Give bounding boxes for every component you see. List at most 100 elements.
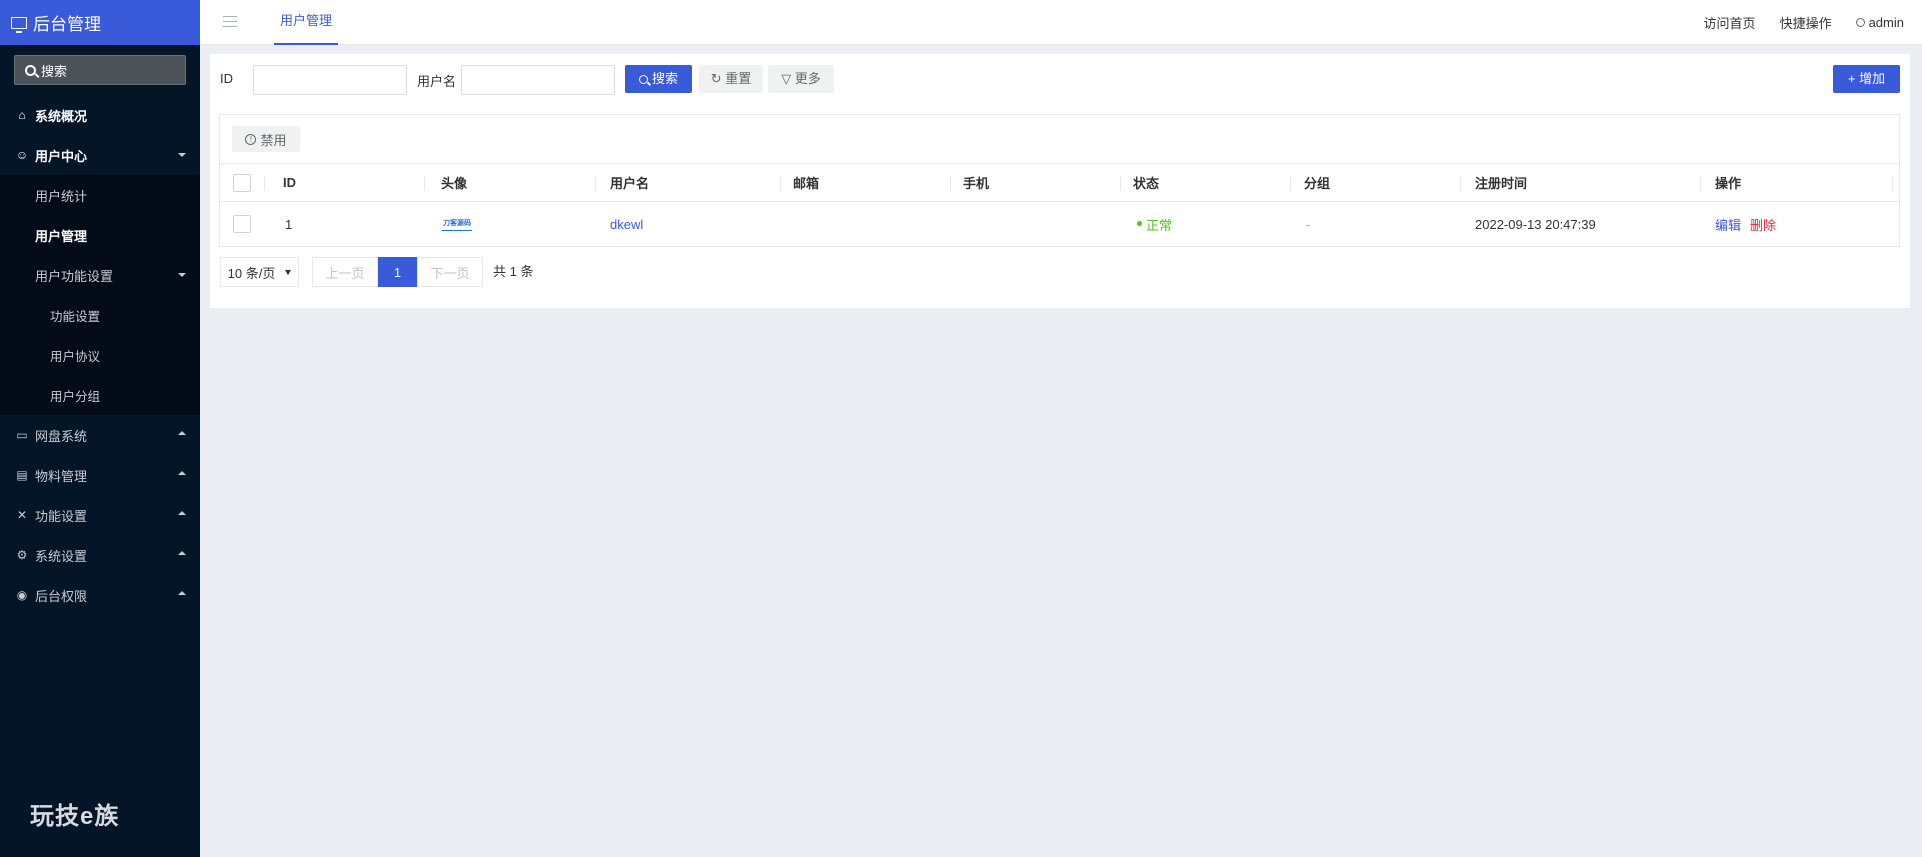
tools-icon: ✕	[16, 508, 28, 522]
sidebar-item-user-agreement[interactable]: 用户协议	[0, 335, 200, 375]
quick-ops-link[interactable]: 快捷操作	[1780, 13, 1832, 32]
sidebar-item-user-groups[interactable]: 用户分组	[0, 375, 200, 415]
menu-toggle-icon[interactable]	[223, 16, 237, 27]
sidebar-item-label: 后台权限	[35, 588, 88, 604]
document-icon: ▤	[16, 468, 28, 482]
column-header-username[interactable]: 用户名	[610, 164, 649, 201]
page-size-value: 10 条/页	[227, 265, 276, 281]
sidebar-item-netdisk[interactable]: ▭ 网盘系统	[0, 415, 200, 455]
reset-button[interactable]: ↻ 重置	[699, 65, 763, 93]
sidebar-item-label: 用户统计	[35, 188, 88, 204]
sidebar-item-label: 功能设置	[35, 508, 88, 524]
sidebar: 后台管理 搜索 ⌂ 系统概况 ☺ 用户中心 用户统计 用户管理 用户功能设置 功…	[0, 0, 200, 857]
sidebar-item-label: 系统设置	[35, 548, 88, 564]
home-icon: ⌂	[18, 108, 26, 122]
column-header-email[interactable]: 邮箱	[793, 164, 819, 201]
column-divider	[1290, 176, 1291, 191]
edit-button[interactable]: 编辑	[1715, 215, 1741, 234]
sidebar-item-functions[interactable]: ✕ 功能设置	[0, 495, 200, 535]
info-icon: !	[245, 133, 257, 145]
column-header-phone[interactable]: 手机	[963, 164, 989, 201]
sidebar-search-input[interactable]: 搜索	[14, 55, 186, 85]
chevron-down-icon	[178, 153, 186, 157]
chevron-down-icon	[285, 269, 292, 275]
sidebar-item-admin-permissions[interactable]: ◉ 后台权限	[0, 575, 200, 615]
column-header-registered[interactable]: 注册时间	[1475, 164, 1527, 201]
folder-icon: ▭	[16, 428, 28, 442]
more-button[interactable]: ▽ 更多	[768, 65, 834, 93]
sidebar-item-label: 功能设置	[50, 309, 101, 324]
column-header-actions[interactable]: 操作	[1715, 164, 1741, 201]
disable-button[interactable]: ! 禁用	[232, 126, 300, 152]
username-input[interactable]	[461, 65, 615, 95]
search-icon	[25, 64, 36, 76]
chevron-up-icon	[178, 511, 186, 515]
chevron-down-icon	[178, 273, 186, 277]
page-size-select[interactable]: 10 条/页	[220, 257, 299, 287]
add-button[interactable]: + 增加	[1833, 65, 1900, 93]
sidebar-item-user-stats[interactable]: 用户统计	[0, 175, 200, 215]
visit-home-link[interactable]: 访问首页	[1704, 13, 1756, 32]
id-label: ID	[220, 71, 233, 86]
sidebar-item-overview[interactable]: ⌂ 系统概况	[0, 95, 200, 135]
cell-avatar: 刀客源码	[442, 202, 472, 246]
search-button[interactable]: 搜索	[625, 65, 692, 93]
column-divider	[950, 176, 951, 191]
select-all-checkbox[interactable]	[233, 173, 251, 192]
column-divider	[1892, 176, 1893, 191]
delete-button[interactable]: 删除	[1750, 215, 1776, 234]
header-links: 访问首页 快捷操作 admin	[1680, 0, 1904, 45]
sidebar-item-label: 用户中心	[35, 148, 88, 164]
brand[interactable]: 后台管理	[0, 0, 200, 45]
user-menu[interactable]: admin	[1855, 15, 1904, 30]
column-header-status[interactable]: 状态	[1133, 164, 1159, 201]
tab-user-management[interactable]: 用户管理	[274, 0, 339, 45]
id-input[interactable]	[253, 65, 407, 95]
cell-id: 1	[285, 216, 293, 232]
column-header-group[interactable]: 分组	[1304, 164, 1330, 201]
sidebar-item-label: 物料管理	[35, 468, 88, 484]
sidebar-submenu-user-center: 用户统计 用户管理 用户功能设置 功能设置 用户协议 用户分组	[0, 175, 200, 415]
sidebar-item-feature-settings[interactable]: 功能设置	[0, 295, 200, 335]
sidebar-item-label: 用户协议	[50, 349, 101, 364]
sidebar-item-label: 用户分组	[50, 389, 101, 404]
reset-button-label: 重置	[725, 71, 752, 86]
search-button-label: 搜索	[651, 71, 678, 86]
status-dot-icon	[1137, 220, 1142, 226]
sidebar-item-label: 用户管理	[35, 228, 88, 244]
chevron-up-icon	[178, 591, 186, 595]
column-divider	[780, 176, 781, 191]
page-button-current[interactable]: 1	[378, 257, 417, 287]
chevron-up-icon	[178, 431, 186, 435]
user-circle-icon: ◉	[16, 588, 28, 602]
column-divider	[1700, 176, 1701, 191]
sidebar-item-system-settings[interactable]: ⚙ 系统设置	[0, 535, 200, 575]
chevron-up-icon	[178, 471, 186, 475]
username-label: 用户名	[417, 74, 457, 89]
sidebar-item-materials[interactable]: ▤ 物料管理	[0, 455, 200, 495]
sidebar-item-user-management[interactable]: 用户管理	[0, 215, 200, 255]
prev-page-button[interactable]: 上一页	[312, 257, 378, 287]
column-header-avatar[interactable]: 头像	[441, 164, 467, 201]
select-all-checkbox-cell	[233, 164, 251, 201]
search-icon	[638, 75, 648, 84]
column-divider	[424, 176, 425, 191]
sidebar-search-wrap: 搜索	[0, 45, 200, 95]
top-header: 用户管理 访问首页 快捷操作 admin	[200, 0, 1922, 45]
cell-registered: 2022-09-13 20:47:39	[1475, 216, 1596, 232]
column-header-id[interactable]: ID	[283, 164, 296, 201]
filter-icon: ▽	[781, 71, 795, 86]
table-header: ID 头像 用户名 邮箱 手机 状态 分组 注册时间 操作	[220, 163, 1899, 202]
sidebar-item-user-feature-settings[interactable]: 用户功能设置	[0, 255, 200, 295]
column-divider	[595, 176, 596, 191]
avatar[interactable]: 刀客源码	[442, 217, 472, 231]
gear-icon: ⚙	[16, 548, 28, 562]
main-card: ID 用户名 搜索 ↻ 重置 ▽ 更多 + 增加 ! 禁用 ID 头像 用户名 …	[210, 54, 1910, 308]
total-count: 共 1 条	[493, 264, 534, 279]
cell-username[interactable]: dkewl	[610, 202, 643, 246]
next-page-button[interactable]: 下一页	[417, 257, 483, 287]
sidebar-menu: ⌂ 系统概况 ☺ 用户中心 用户统计 用户管理 用户功能设置 功能设置 用户协议	[0, 95, 200, 615]
sidebar-item-user-center[interactable]: ☺ 用户中心	[0, 135, 200, 175]
row-checkbox[interactable]	[233, 215, 251, 233]
user-name: admin	[1868, 15, 1904, 30]
